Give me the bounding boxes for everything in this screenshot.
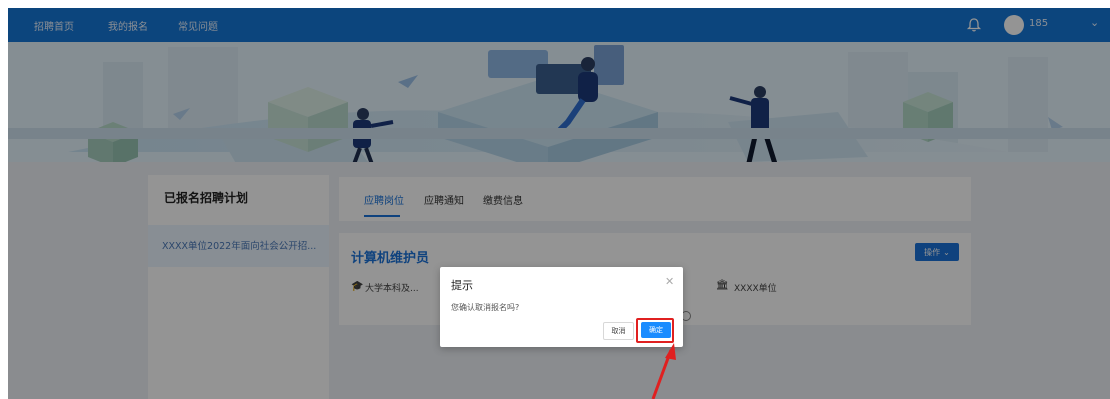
confirm-highlight-box <box>636 318 674 343</box>
confirm-dialog: 提示 ✕ 您确认取消报名吗? 取消 确定 <box>440 267 683 347</box>
dialog-message: 您确认取消报名吗? <box>451 303 520 312</box>
page: 招聘首页 我的报名 常见问题 185 ⌄ 已报名招聘计划 XXXX单位2022年… <box>0 0 1110 399</box>
close-icon[interactable]: ✕ <box>665 275 674 288</box>
dialog-title: 提示 <box>451 279 473 292</box>
cancel-button[interactable]: 取消 <box>603 322 634 340</box>
app-frame: 招聘首页 我的报名 常见问题 185 ⌄ 已报名招聘计划 XXXX单位2022年… <box>8 8 1110 399</box>
